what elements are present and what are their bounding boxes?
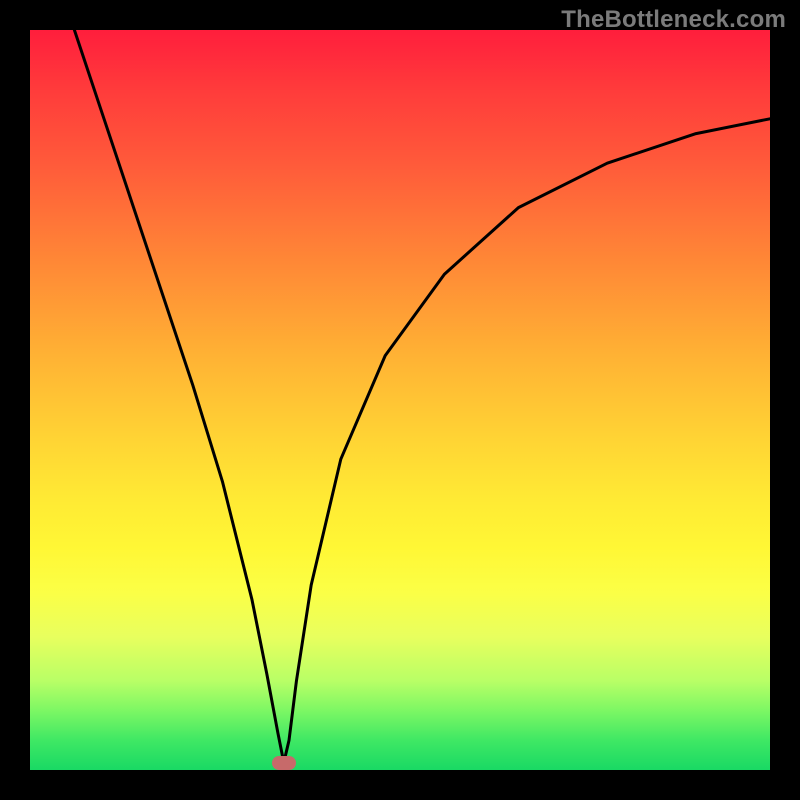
optimal-point-marker (272, 756, 296, 770)
bottleneck-curve (0, 0, 800, 800)
